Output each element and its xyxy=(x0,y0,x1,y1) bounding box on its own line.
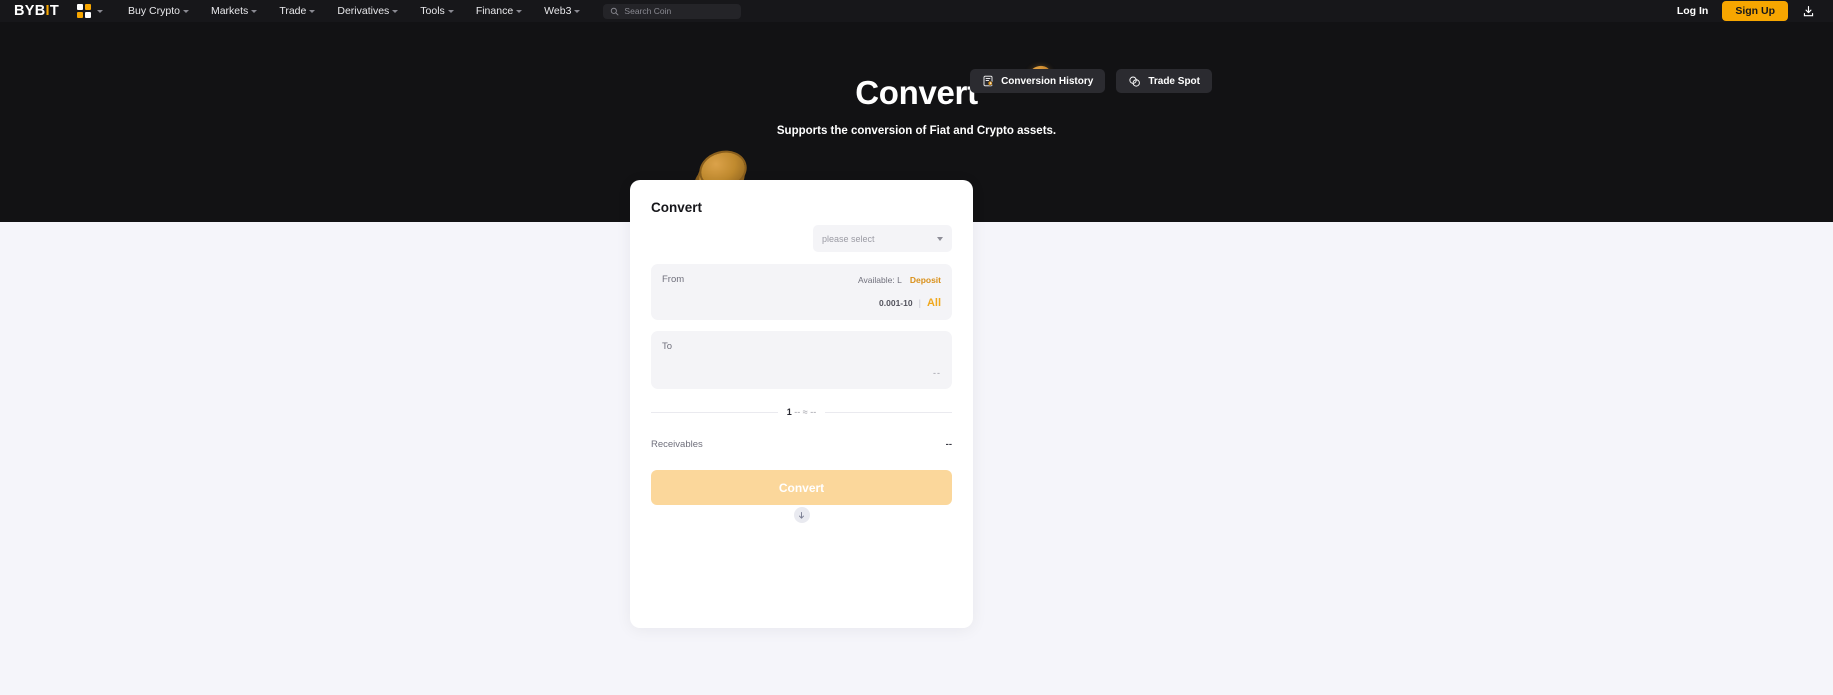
signup-button[interactable]: Sign Up xyxy=(1722,1,1788,21)
apps-grid-icon[interactable] xyxy=(77,4,104,18)
login-button[interactable]: Log In xyxy=(1677,5,1709,17)
from-available: Available: L xyxy=(858,274,902,285)
logo-suffix: T xyxy=(49,2,60,19)
to-panel: To -- xyxy=(651,331,952,389)
exchange-rate-text: 1 -- ≈ -- xyxy=(786,407,817,417)
chevron-down-icon xyxy=(97,9,104,13)
page-title: Convert xyxy=(855,74,978,111)
nav-item-derivatives[interactable]: Derivatives xyxy=(326,5,409,17)
trade-spot-button[interactable]: Trade Spot xyxy=(1116,69,1212,93)
rate-divider-right xyxy=(825,411,953,413)
chevron-down-icon xyxy=(392,9,399,13)
nav-label: Finance xyxy=(475,5,514,17)
nav-label: Tools xyxy=(420,5,445,17)
grid-square-1 xyxy=(77,4,84,10)
nav-item-web3[interactable]: Web3 xyxy=(533,5,591,17)
chevron-down-icon xyxy=(574,9,581,13)
receivables-label: Receivables xyxy=(651,439,703,450)
chevron-down-icon xyxy=(516,9,523,13)
grid-square-3 xyxy=(77,12,84,18)
grid-square-2 xyxy=(85,4,92,10)
divider: | xyxy=(918,298,921,308)
chevron-down-icon xyxy=(309,9,316,13)
conversion-history-button[interactable]: Conversion History xyxy=(970,69,1106,93)
top-navigation-bar: BYB I T Buy Crypto Markets Trade Derivativ… xyxy=(0,0,1833,22)
account-select[interactable]: please select xyxy=(813,225,952,252)
from-available-group: Available: L Deposit xyxy=(858,275,941,285)
grid-square-4 xyxy=(85,12,92,18)
conversion-history-label: Conversion History xyxy=(1001,75,1094,87)
hero-action-buttons: Conversion History Trade Spot xyxy=(970,69,1212,93)
spot-trade-icon xyxy=(1129,76,1141,87)
receivables-row: Receivables -- xyxy=(651,439,952,450)
from-panel-footer: 0.001-10 | All xyxy=(662,297,941,309)
deposit-link[interactable]: Deposit xyxy=(910,275,941,285)
search-icon xyxy=(611,7,619,15)
receivables-value: -- xyxy=(945,439,952,450)
nav-right-actions: Log In Sign Up xyxy=(1677,1,1819,21)
nav-item-trade[interactable]: Trade xyxy=(268,5,326,17)
nav-label: Markets xyxy=(210,5,249,17)
nav-item-tools[interactable]: Tools xyxy=(409,5,465,17)
chevron-down-icon xyxy=(251,9,258,13)
from-all-button[interactable]: All xyxy=(927,297,941,309)
search-input[interactable]: Search Coin xyxy=(603,3,742,19)
nav-label: Derivatives xyxy=(337,5,390,17)
download-app-icon[interactable] xyxy=(1802,5,1815,18)
to-label: To xyxy=(662,341,673,352)
nav-label: Buy Crypto xyxy=(128,5,180,17)
trade-spot-label: Trade Spot xyxy=(1148,75,1200,87)
history-receipt-icon xyxy=(983,75,993,87)
search-placeholder: Search Coin xyxy=(624,6,672,16)
from-range-hint: 0.001-10 xyxy=(879,298,913,308)
convert-card: Convert please select From Available: L … xyxy=(630,180,973,628)
convert-submit-button[interactable]: Convert xyxy=(651,470,952,505)
nav-label: Trade xyxy=(279,5,307,17)
logo-prefix: BYB xyxy=(14,2,46,19)
nav-item-finance[interactable]: Finance xyxy=(465,5,533,17)
account-select-value: please select xyxy=(822,233,875,244)
from-label: From xyxy=(662,274,685,285)
page-subtitle: Supports the conversion of Fiat and Cryp… xyxy=(776,125,1057,137)
nav-item-buy-crypto[interactable]: Buy Crypto xyxy=(117,5,200,17)
to-amount-value: -- xyxy=(933,368,941,378)
bybit-logo[interactable]: BYB I T xyxy=(14,4,59,19)
chevron-down-icon xyxy=(447,9,454,13)
to-panel-header: To xyxy=(662,341,941,352)
swap-direction-button[interactable] xyxy=(791,505,812,525)
swap-arrow-down-icon xyxy=(798,511,805,519)
card-title: Convert xyxy=(651,200,703,215)
from-panel-header: From Available: L Deposit xyxy=(662,274,941,285)
rate-divider-left xyxy=(651,411,778,413)
nav-label: Web3 xyxy=(544,5,572,17)
chevron-down-icon xyxy=(937,236,943,241)
apps-grid-squares xyxy=(77,4,92,18)
from-panel: From Available: L Deposit 0.001-10 | All xyxy=(651,264,952,320)
chevron-down-icon xyxy=(182,9,189,13)
account-select-row: please select xyxy=(651,225,952,252)
main-menu: Buy Crypto Markets Trade Derivatives Too… xyxy=(117,5,591,17)
nav-item-markets[interactable]: Markets xyxy=(200,5,268,17)
exchange-rate-row: 1 -- ≈ -- xyxy=(651,407,953,417)
